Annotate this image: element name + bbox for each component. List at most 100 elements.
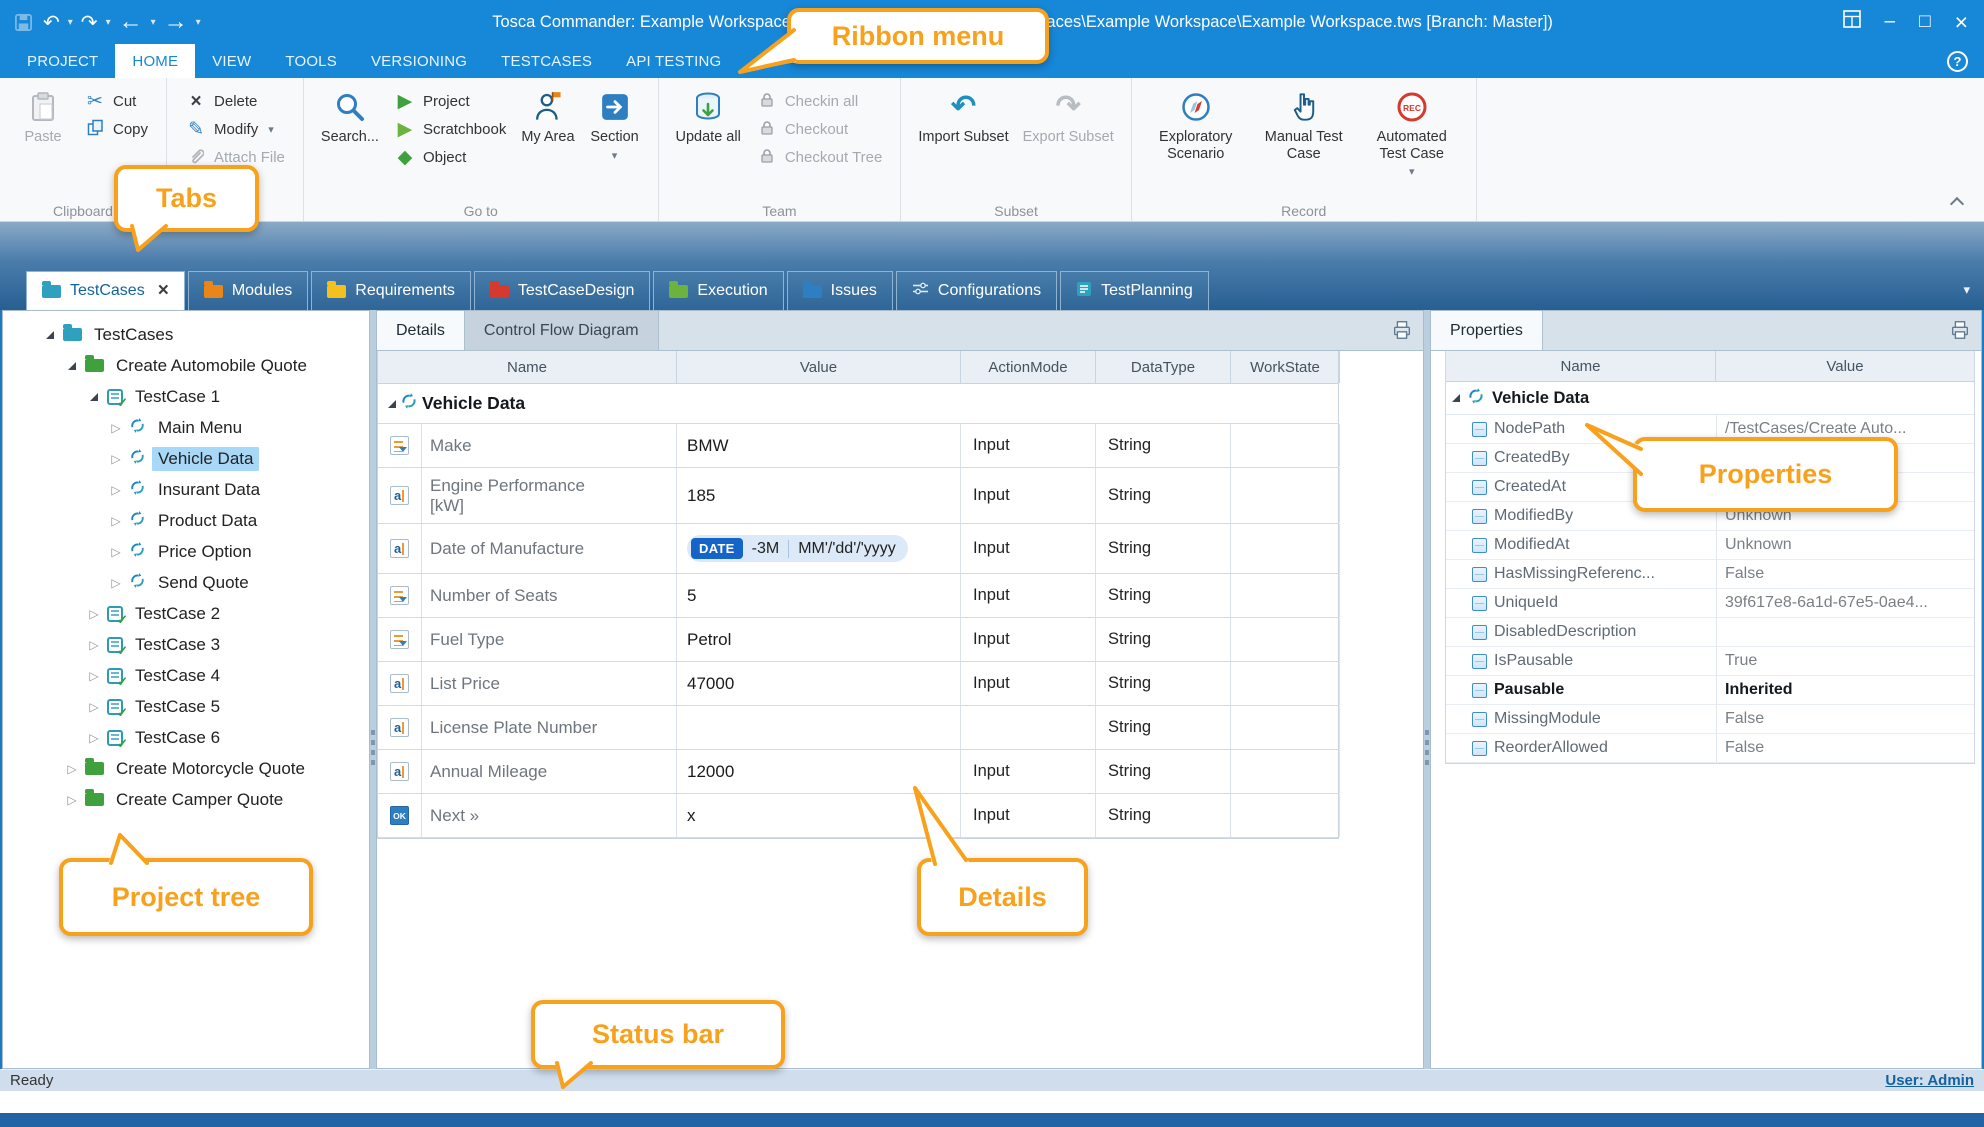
- collapse-arrow-icon[interactable]: [87, 731, 101, 745]
- table-row[interactable]: License Plate Number String: [378, 706, 1338, 750]
- collapse-arrow-icon[interactable]: [87, 638, 101, 652]
- tree-item-testcase-4[interactable]: TestCase 4: [3, 660, 369, 691]
- date-offset[interactable]: -3M: [752, 540, 780, 558]
- property-row[interactable]: IsPausable True: [1446, 647, 1974, 676]
- back-caret-icon[interactable]: ▾: [149, 17, 158, 28]
- collapse-arrow-icon[interactable]: [65, 793, 79, 807]
- property-row[interactable]: ModifiedAt Unknown: [1446, 531, 1974, 560]
- section-caret-icon[interactable]: ▾: [612, 149, 618, 162]
- goto-scratchbook-button[interactable]: ▶Scratchbook: [388, 116, 512, 143]
- maximize-button[interactable]: □: [1919, 11, 1930, 33]
- collapse-arrow-icon[interactable]: [109, 452, 123, 466]
- right-splitter[interactable]: [1424, 310, 1430, 1069]
- tab-control-flow-diagram[interactable]: Control Flow Diagram: [465, 311, 659, 350]
- search-button[interactable]: Search...: [316, 84, 384, 148]
- my-area-button[interactable]: My Area: [516, 84, 579, 148]
- cell-actionmode[interactable]: Input: [973, 586, 1010, 605]
- modify-caret-icon[interactable]: ▾: [268, 123, 274, 136]
- tree-item-create-camper-quote[interactable]: Create Camper Quote: [3, 784, 369, 815]
- expand-arrow-icon[interactable]: [1452, 394, 1460, 402]
- automated-test-case-button[interactable]: REC Automated Test Case ▾: [1360, 84, 1464, 180]
- ribbon-tab-project[interactable]: PROJECT: [10, 44, 115, 78]
- property-row[interactable]: DisabledDescription: [1446, 618, 1974, 647]
- checkout-tree-button[interactable]: Checkout Tree: [750, 144, 889, 171]
- cell-value[interactable]: BMW: [687, 436, 729, 456]
- cell-actionmode[interactable]: Input: [973, 630, 1010, 649]
- tree-item-create-automobile-quote[interactable]: Create Automobile Quote: [3, 350, 369, 381]
- cell-actionmode[interactable]: Input: [973, 806, 1010, 825]
- property-row[interactable]: MissingModule False: [1446, 705, 1974, 734]
- ribbon-tab-view[interactable]: VIEW: [195, 44, 268, 78]
- redo-button[interactable]: ↷: [77, 10, 102, 35]
- table-row[interactable]: Engine Performance [kW] 185 Input String: [378, 468, 1338, 524]
- help-icon[interactable]: ?: [1947, 51, 1968, 72]
- manual-test-case-button[interactable]: Manual Test Case: [1252, 84, 1356, 164]
- collapse-arrow-icon[interactable]: [109, 545, 123, 559]
- table-row[interactable]: List Price 47000 Input String: [378, 662, 1338, 706]
- details-parent-row[interactable]: Vehicle Data: [378, 384, 1338, 424]
- table-row[interactable]: Date of Manufacture DATE -3M MM'/'dd'/'y…: [378, 524, 1338, 574]
- expand-arrow-icon[interactable]: [65, 362, 79, 370]
- tree-item-vehicle-data[interactable]: Vehicle Data: [3, 443, 369, 474]
- close-button[interactable]: ×: [1955, 9, 1968, 36]
- exploratory-scenario-button[interactable]: Exploratory Scenario: [1144, 84, 1248, 164]
- undo-button[interactable]: ↶: [39, 10, 64, 35]
- cell-actionmode[interactable]: Input: [973, 762, 1010, 781]
- property-row[interactable]: Pausable Inherited: [1446, 676, 1974, 705]
- tree-item-product-data[interactable]: Product Data: [3, 505, 369, 536]
- modify-button[interactable]: ✎Modify▾: [179, 116, 291, 143]
- print-icon[interactable]: [1391, 319, 1413, 346]
- tree-item-testcase-3[interactable]: TestCase 3: [3, 629, 369, 660]
- table-row[interactable]: Number of Seats 5 Input String: [378, 574, 1338, 618]
- collapse-arrow-icon[interactable]: [87, 607, 101, 621]
- layout-icon[interactable]: [1843, 10, 1861, 34]
- ribbon-tab-testcases[interactable]: TESTCASES: [484, 44, 609, 78]
- collapse-arrow-icon[interactable]: [109, 576, 123, 590]
- collapse-arrow-icon[interactable]: [109, 483, 123, 497]
- collapse-arrow-icon[interactable]: [87, 669, 101, 683]
- goto-object-button[interactable]: ◆Object: [388, 144, 512, 171]
- tree-item-testcase-1[interactable]: TestCase 1: [3, 381, 369, 412]
- redo-caret-icon[interactable]: ▾: [104, 17, 113, 28]
- cut-button[interactable]: ✂Cut: [78, 88, 154, 115]
- forward-caret-icon[interactable]: ▾: [194, 17, 203, 28]
- ribbon-tab-api-testing[interactable]: API TESTING: [609, 44, 738, 78]
- ribbon-tab-home[interactable]: HOME: [115, 44, 195, 78]
- tree-item-testcase-2[interactable]: TestCase 2: [3, 598, 369, 629]
- cell-value[interactable]: 12000: [687, 762, 734, 782]
- tab-properties[interactable]: Properties: [1431, 311, 1543, 350]
- delete-button[interactable]: ×Delete: [179, 88, 291, 115]
- left-splitter[interactable]: [370, 310, 376, 1069]
- minimize-button[interactable]: –: [1885, 11, 1896, 33]
- cell-value[interactable]: Petrol: [687, 630, 731, 650]
- expand-arrow-icon[interactable]: [388, 400, 396, 408]
- tree-item-create-motorcycle-quote[interactable]: Create Motorcycle Quote: [3, 753, 369, 784]
- cell-actionmode[interactable]: Input: [973, 539, 1010, 558]
- collapse-arrow-icon[interactable]: [87, 700, 101, 714]
- cell-actionmode[interactable]: Input: [973, 436, 1010, 455]
- expand-arrow-icon[interactable]: [87, 393, 101, 401]
- collapse-arrow-icon[interactable]: [65, 762, 79, 776]
- ribbon-tab-tools[interactable]: TOOLS: [268, 44, 354, 78]
- collapse-arrow-icon[interactable]: [109, 421, 123, 435]
- expand-arrow-icon[interactable]: [43, 331, 57, 339]
- table-row[interactable]: Next » x Input String: [378, 794, 1338, 838]
- goto-project-button[interactable]: ▶Project: [388, 88, 512, 115]
- collapse-ribbon-icon[interactable]: [1950, 197, 1964, 211]
- tree-item-send-quote[interactable]: Send Quote: [3, 567, 369, 598]
- print-icon[interactable]: [1949, 319, 1971, 346]
- tree-item-testcase-5[interactable]: TestCase 5: [3, 691, 369, 722]
- property-row[interactable]: UniqueId 39f617e8-6a1d-67e5-0ae4...: [1446, 589, 1974, 618]
- paste-button[interactable]: Paste: [12, 84, 74, 148]
- tree-item-testcase-6[interactable]: TestCase 6: [3, 722, 369, 753]
- update-all-button[interactable]: Update all: [671, 84, 746, 148]
- import-subset-button[interactable]: ↶ Import Subset: [913, 84, 1013, 148]
- back-button[interactable]: ←: [115, 8, 147, 36]
- table-row[interactable]: Make BMW Input String: [378, 424, 1338, 468]
- properties-parent-row[interactable]: Vehicle Data: [1446, 382, 1974, 415]
- cell-actionmode[interactable]: Input: [973, 486, 1010, 505]
- tab-details[interactable]: Details: [377, 311, 465, 350]
- tree-item-insurant-data[interactable]: Insurant Data: [3, 474, 369, 505]
- cell-value[interactable]: x: [687, 806, 696, 826]
- tree-item-main-menu[interactable]: Main Menu: [3, 412, 369, 443]
